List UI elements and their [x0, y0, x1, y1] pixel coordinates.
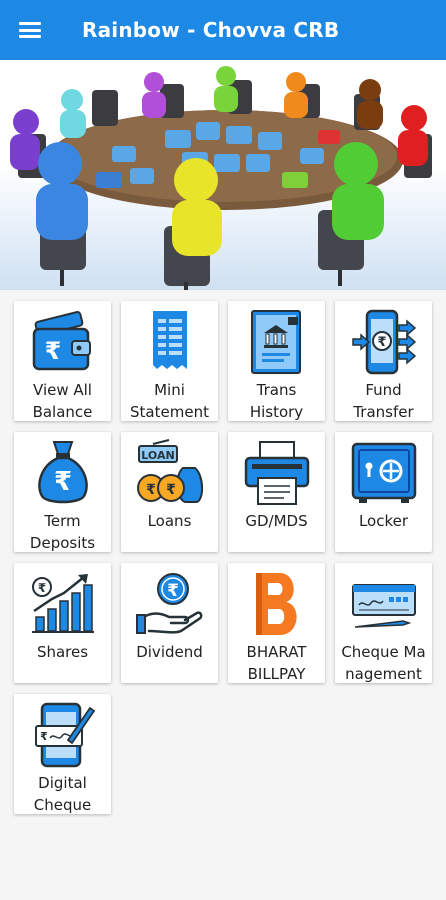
statement-receipt-icon	[135, 307, 205, 377]
growth-chart-icon: ₹	[28, 569, 98, 639]
svg-text:₹: ₹	[53, 467, 71, 497]
tile-label: Dividend	[136, 643, 203, 661]
bharat-billpay-tile[interactable]: BHARAT BILLPAY	[228, 563, 325, 683]
cheque-pen-icon	[349, 569, 419, 639]
digital-cheque-tile[interactable]: ₹ Digital Cheque	[14, 694, 111, 814]
svg-text:₹: ₹	[167, 581, 179, 601]
app-title: Rainbow - Chovva CRB	[82, 18, 340, 42]
tile-label: Digital Cheque	[33, 774, 92, 814]
banner-image	[0, 60, 446, 290]
wallet-rupee-icon: ₹	[28, 307, 98, 377]
printer-icon	[242, 438, 312, 508]
bharat-billpay-logo-icon	[242, 569, 312, 639]
svg-text:₹: ₹	[146, 482, 156, 498]
tile-label: View All Balance	[32, 381, 93, 421]
svg-text:₹: ₹	[44, 337, 61, 365]
money-bag-icon: ₹	[28, 438, 98, 508]
fund-transfer-tile[interactable]: ₹ Fund Transfer	[335, 301, 432, 421]
tile-label: Term Deposits	[29, 512, 96, 552]
digital-cheque-phone-icon: ₹	[28, 700, 98, 770]
tile-label: Mini Statement	[130, 381, 209, 421]
loans-tile[interactable]: LOAN ₹ ₹ Loans	[121, 432, 218, 552]
view-all-balance-tile[interactable]: ₹ View All Balance	[14, 301, 111, 421]
safe-locker-icon	[349, 438, 419, 508]
loan-coins-icon: LOAN ₹ ₹	[135, 438, 205, 508]
cheque-management-tile[interactable]: Cheque Ma nagement	[335, 563, 432, 683]
svg-text:₹: ₹	[377, 335, 386, 350]
menu-button[interactable]	[0, 0, 60, 60]
svg-text:₹: ₹	[37, 581, 45, 595]
hamburger-menu-icon	[19, 22, 41, 38]
svg-text:₹: ₹	[40, 730, 48, 743]
tile-label: Locker	[358, 512, 409, 530]
tile-label: Shares	[36, 643, 89, 661]
locker-tile[interactable]: Locker	[335, 432, 432, 552]
tile-label: Fund Transfer	[353, 381, 414, 421]
hand-coin-icon: ₹	[135, 569, 205, 639]
dividend-tile[interactable]: ₹ Dividend	[121, 563, 218, 683]
bank-document-icon	[242, 307, 312, 377]
svg-text:₹: ₹	[166, 482, 176, 498]
app-bar: Rainbow - Chovva CRB	[0, 0, 446, 60]
mini-statement-tile[interactable]: Mini Statement	[121, 301, 218, 421]
svg-text:LOAN: LOAN	[141, 449, 174, 462]
tile-label: Cheque Ma nagement	[341, 643, 426, 683]
tile-label: BHARAT BILLPAY	[246, 643, 307, 683]
tile-label: Trans History	[249, 381, 304, 421]
tile-label: GD/MDS	[245, 512, 308, 530]
term-deposits-tile[interactable]: ₹ Term Deposits	[14, 432, 111, 552]
team-puzzle-meeting-illustration	[10, 66, 432, 290]
gd-mds-tile[interactable]: GD/MDS	[228, 432, 325, 552]
shares-tile[interactable]: ₹ Shares	[14, 563, 111, 683]
phone-transfer-icon: ₹	[349, 307, 419, 377]
trans-history-tile[interactable]: Trans History	[228, 301, 325, 421]
tile-label: Loans	[147, 512, 192, 530]
